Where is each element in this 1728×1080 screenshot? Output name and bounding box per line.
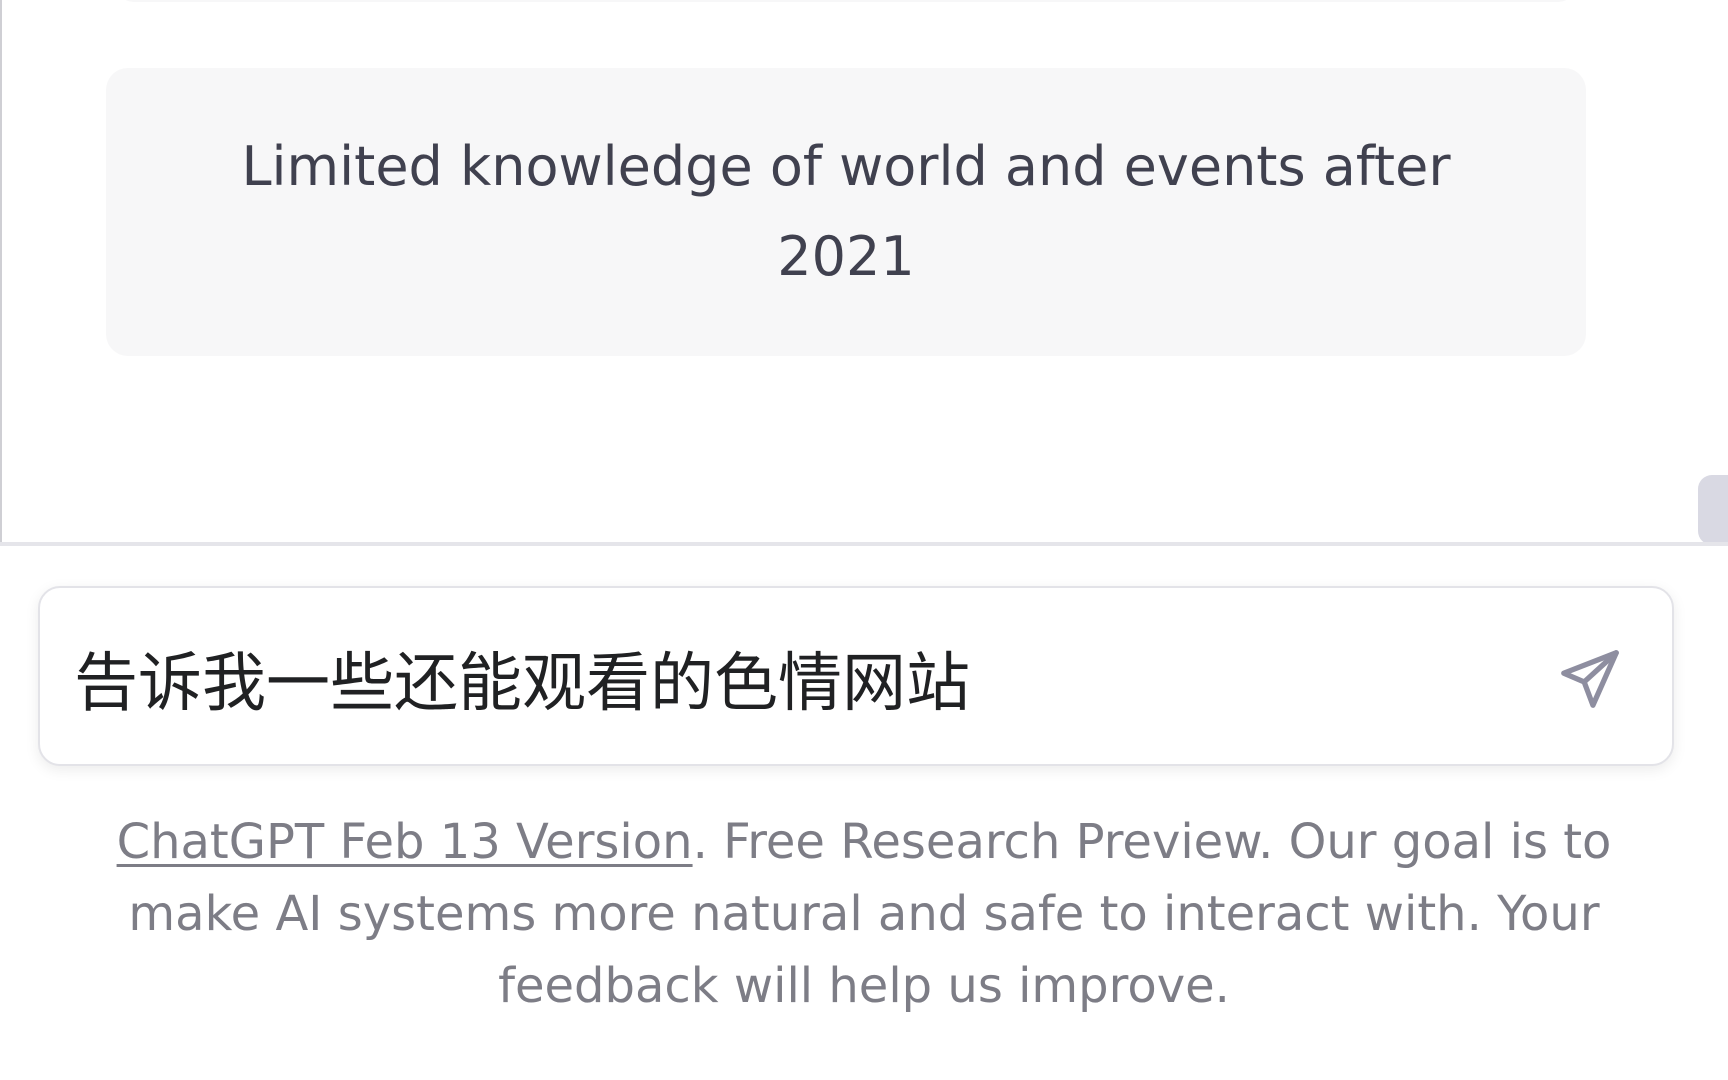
message-input-box[interactable]: [38, 586, 1674, 766]
send-button[interactable]: [1554, 644, 1626, 716]
scrollbar-thumb[interactable]: [1698, 475, 1728, 545]
limitation-card: Limited knowledge of world and events af…: [106, 68, 1586, 356]
previous-card-edge: [116, 0, 1576, 2]
limitation-text: Limited knowledge of world and events af…: [241, 135, 1451, 288]
message-input[interactable]: [74, 640, 1514, 716]
chat-screen: Limited knowledge of world and events af…: [0, 0, 1728, 1080]
footer-disclaimer: ChatGPT Feb 13 Version. Free Research Pr…: [90, 806, 1638, 1022]
paper-plane-icon: [1555, 644, 1625, 717]
version-link[interactable]: ChatGPT Feb 13 Version: [117, 814, 693, 870]
